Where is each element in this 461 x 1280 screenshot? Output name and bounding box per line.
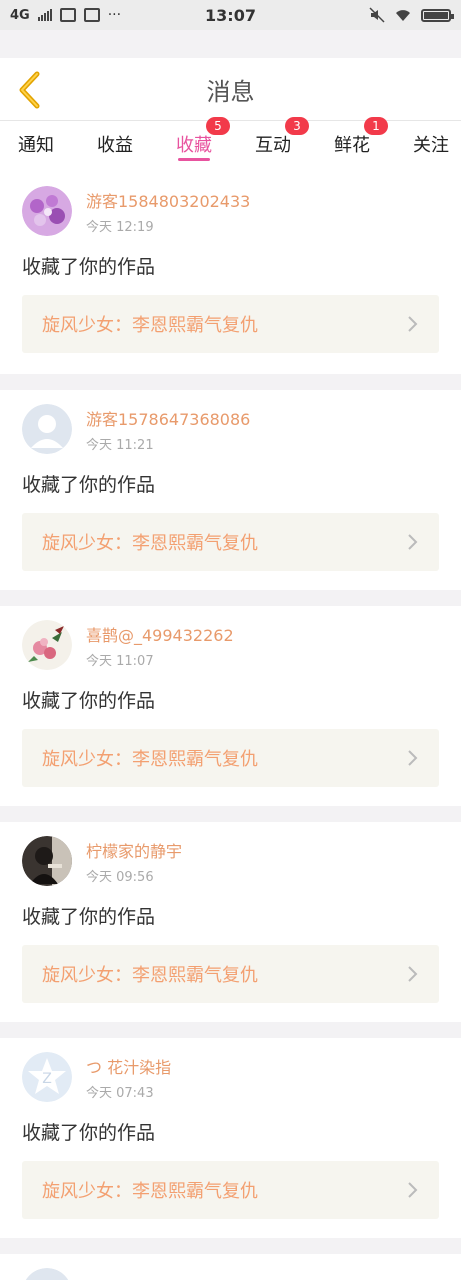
message-card: 游客1578647368086 今天 11:21 收藏了你的作品 旋风少女：李恩… bbox=[0, 390, 461, 590]
username[interactable]: 游客1578647368086 bbox=[86, 406, 250, 430]
photo-avatar-icon bbox=[22, 836, 72, 886]
flower-avatar-icon bbox=[22, 620, 72, 670]
wifi-icon bbox=[396, 10, 410, 21]
signal-icon bbox=[37, 9, 52, 21]
work-title: 旋风少女：李恩熙霸气复仇 bbox=[42, 1181, 258, 1202]
tab-flowers[interactable]: 鲜花 1 bbox=[334, 116, 388, 167]
tab-label: 鲜花 bbox=[334, 134, 370, 156]
favorites-count-badge: 5 bbox=[206, 116, 230, 135]
battery-icon bbox=[421, 8, 454, 22]
user-avatar-icon bbox=[22, 186, 72, 236]
username[interactable]: つ 花汁染指 bbox=[86, 1054, 171, 1078]
message-time: 今天 07:43 bbox=[86, 1085, 154, 1101]
username[interactable]: 柠檬家的静宇 bbox=[86, 838, 182, 862]
avatar[interactable] bbox=[22, 620, 72, 670]
work-title: 旋风少女：李恩熙霸气复仇 bbox=[42, 533, 258, 554]
message-card: 柠檬家的静宇 今天 09:56 收藏了你的作品 旋风少女：李恩熙霸气复仇 bbox=[0, 822, 461, 1022]
work-title: 旋风少女：李恩熙霸气复仇 bbox=[42, 315, 258, 336]
tab-label: 收藏 bbox=[176, 134, 212, 156]
tab-label: 通知 bbox=[18, 134, 54, 156]
work-title: 旋风少女：李恩熙霸气复仇 bbox=[42, 749, 258, 770]
message-card-partial bbox=[0, 1254, 461, 1280]
chevron-right-icon bbox=[408, 1182, 418, 1198]
tab-favorites[interactable]: 收藏 5 bbox=[176, 116, 230, 167]
action-text: 收藏了你的作品 bbox=[22, 256, 156, 278]
message-card: Z つ 花汁染指 今天 07:43 收藏了你的作品 旋风少女：李恩熙霸气复仇 bbox=[0, 1038, 461, 1238]
work-link[interactable]: 旋风少女：李恩熙霸气复仇 bbox=[22, 513, 439, 571]
action-text: 收藏了你的作品 bbox=[22, 906, 156, 928]
message-card: 喜鹊@_499432262 今天 11:07 收藏了你的作品 旋风少女：李恩熙霸… bbox=[0, 606, 461, 806]
back-arrow-icon bbox=[19, 71, 40, 109]
work-link[interactable]: 旋风少女：李恩熙霸气复仇 bbox=[22, 945, 439, 1003]
chevron-right-icon bbox=[408, 750, 418, 766]
back-button[interactable] bbox=[12, 70, 48, 110]
work-link[interactable]: 旋风少女：李恩熙霸气复仇 bbox=[22, 729, 439, 787]
mute-icon bbox=[369, 7, 385, 23]
star-avatar-icon: Z bbox=[22, 1052, 72, 1102]
message-time: 今天 12:19 bbox=[86, 219, 154, 235]
tab-label: 收益 bbox=[97, 134, 133, 156]
message-list: 游客1584803202433 今天 12:19 收藏了你的作品 旋风少女：李恩… bbox=[0, 174, 461, 1280]
status-bar: 4G ··· 13:07 bbox=[0, 0, 461, 30]
avatar[interactable] bbox=[22, 404, 72, 454]
header: 消息 bbox=[0, 58, 461, 120]
tab-bar: 通知 收益 收藏 5 互动 3 鲜花 1 关注 bbox=[0, 116, 461, 167]
tab-interactions[interactable]: 互动 3 bbox=[255, 116, 309, 167]
default-avatar-icon bbox=[25, 1268, 69, 1280]
message-card: 游客1584803202433 今天 12:19 收藏了你的作品 旋风少女：李恩… bbox=[0, 174, 461, 374]
tabs-spacer bbox=[0, 166, 461, 174]
avatar[interactable] bbox=[22, 186, 72, 236]
interactions-count-badge: 3 bbox=[285, 116, 309, 135]
chevron-right-icon bbox=[408, 316, 418, 332]
notification-icon bbox=[59, 8, 76, 22]
tab-label: 关注 bbox=[413, 134, 449, 156]
chevron-right-icon bbox=[408, 534, 418, 550]
work-title: 旋风少女：李恩熙霸气复仇 bbox=[42, 965, 258, 986]
message-time: 今天 09:56 bbox=[86, 869, 154, 885]
message-time: 今天 11:21 bbox=[86, 437, 154, 453]
top-spacer bbox=[0, 30, 461, 58]
tab-following[interactable]: 关注 bbox=[413, 121, 449, 167]
default-avatar-icon bbox=[22, 404, 72, 454]
message-time: 今天 11:07 bbox=[86, 653, 154, 669]
chevron-right-icon bbox=[408, 966, 418, 982]
app-notification-icon bbox=[83, 8, 100, 22]
avatar[interactable] bbox=[22, 836, 72, 886]
action-text: 收藏了你的作品 bbox=[22, 1122, 156, 1144]
tab-notifications[interactable]: 通知 bbox=[18, 121, 54, 167]
status-time: 13:07 bbox=[205, 5, 256, 25]
action-text: 收藏了你的作品 bbox=[22, 474, 156, 496]
work-link[interactable]: 旋风少女：李恩熙霸气复仇 bbox=[22, 1161, 439, 1219]
action-text: 收藏了你的作品 bbox=[22, 690, 156, 712]
svg-text:Z: Z bbox=[42, 1071, 52, 1087]
tab-earnings[interactable]: 收益 bbox=[97, 121, 133, 167]
avatar[interactable] bbox=[22, 1268, 72, 1280]
username[interactable]: 喜鹊@_499432262 bbox=[86, 622, 234, 646]
avatar[interactable]: Z bbox=[22, 1052, 72, 1102]
username[interactable]: 游客1584803202433 bbox=[86, 188, 250, 212]
network-type: 4G bbox=[10, 7, 30, 23]
page-title: 消息 bbox=[206, 77, 255, 106]
tab-label: 互动 bbox=[255, 134, 291, 156]
flowers-count-badge: 1 bbox=[364, 116, 388, 135]
work-link[interactable]: 旋风少女：李恩熙霸气复仇 bbox=[22, 295, 439, 353]
more-notifications-icon: ··· bbox=[107, 7, 122, 23]
